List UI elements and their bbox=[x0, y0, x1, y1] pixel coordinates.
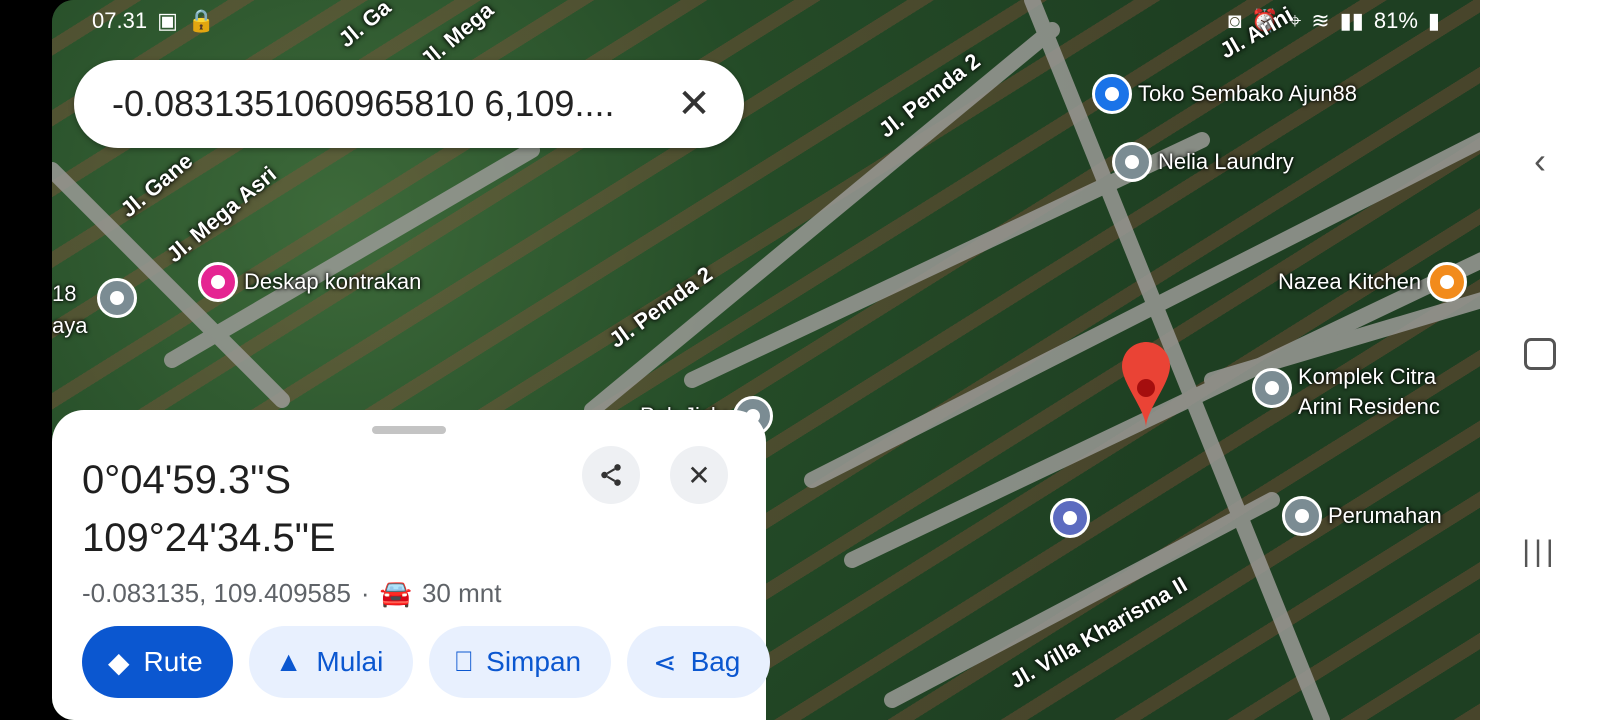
lock-icon: 🔒 bbox=[187, 8, 216, 33]
poi-nelia-laundry[interactable]: Nelia Laundry bbox=[1112, 142, 1294, 182]
decimal-coordinates: -0.083135, 109.409585 bbox=[82, 578, 351, 608]
share-icon: ⋖ bbox=[653, 646, 677, 678]
share-chip-button[interactable]: ⋖ Bag bbox=[627, 626, 771, 698]
bookmark-icon: ⎕ bbox=[455, 645, 473, 677]
phone-screen: 07.31 ▣ 🔒 ◙ ⏰ ⌖ ≋ ▮▮ 81% ▮ Jl. Pemda 2 J… bbox=[52, 0, 1480, 720]
restaurant-icon bbox=[1427, 262, 1468, 302]
battery-icon: ▮ bbox=[1427, 8, 1440, 33]
place-pin-icon bbox=[1282, 496, 1322, 536]
close-icon: ✕ bbox=[677, 82, 711, 126]
share-icon bbox=[601, 464, 621, 486]
poi-label: Arini Residenc bbox=[1298, 394, 1440, 419]
separator: · bbox=[360, 578, 370, 608]
poi-school-edge[interactable]: 18 aya bbox=[52, 278, 138, 342]
close-sheet-button[interactable]: ✕ bbox=[670, 446, 728, 504]
search-input[interactable]: -0.0831351060965810 6,109.... bbox=[112, 83, 664, 125]
latitude-dms: 0°04'59.3"S bbox=[82, 458, 292, 502]
back-button[interactable]: ‹ bbox=[1480, 140, 1600, 182]
android-navigation-bar: ‹ ||| bbox=[1480, 0, 1600, 720]
poi-toko-sembako[interactable]: Toko Sembako Ajun88 bbox=[1092, 74, 1357, 114]
start-button[interactable]: ▲ Mulai bbox=[248, 626, 414, 698]
car-icon: 🚘 bbox=[379, 578, 412, 608]
car-wash-icon bbox=[1050, 498, 1090, 538]
poi-label: Nazea Kitchen bbox=[1278, 269, 1422, 294]
shopping-bag-icon bbox=[1092, 74, 1132, 114]
route-label: Rute bbox=[143, 646, 203, 677]
route-button[interactable]: ◆ Rute bbox=[82, 626, 233, 698]
poi-nazea-kitchen[interactable]: Nazea Kitchen bbox=[1278, 262, 1468, 302]
search-bar[interactable]: -0.0831351060965810 6,109.... ✕ bbox=[74, 60, 744, 148]
poi-deskap-kontrakan[interactable]: Deskap kontrakan bbox=[198, 262, 421, 302]
poi-perumahan[interactable]: Perumahan bbox=[1282, 496, 1442, 536]
save-button[interactable]: ⎕ Simpan bbox=[429, 626, 612, 698]
place-pin-icon bbox=[1112, 142, 1152, 182]
poi-label: 18 bbox=[52, 281, 77, 306]
poi-label: Perumahan bbox=[1328, 503, 1442, 528]
poi-label: Nelia Laundry bbox=[1158, 149, 1294, 174]
coordinate-summary: -0.083135, 109.409585 · 🚘 30 mnt bbox=[82, 578, 501, 609]
action-chips: ◆ Rute ▲ Mulai ⎕ Simpan ⋖ Bag bbox=[82, 626, 771, 698]
longitude-dms: 109°24'34.5"E bbox=[82, 516, 336, 560]
wifi-icon: ≋ bbox=[1311, 8, 1330, 33]
poi-komplek-citra[interactable]: Komplek Citra Arini Residenc bbox=[1252, 362, 1440, 422]
poi-label: Toko Sembako Ajun88 bbox=[1138, 81, 1357, 106]
gallery-icon: ▣ bbox=[157, 8, 178, 33]
bed-icon bbox=[198, 262, 238, 302]
save-label: Simpan bbox=[486, 646, 582, 677]
home-button[interactable] bbox=[1480, 338, 1600, 370]
signal-icon: ▮▮ bbox=[1339, 8, 1364, 33]
share-button[interactable] bbox=[582, 446, 640, 504]
close-icon: ✕ bbox=[687, 459, 711, 491]
clock-time: 07.31 bbox=[92, 8, 148, 33]
poi-label: Komplek Citra bbox=[1298, 364, 1437, 389]
recents-icon: ||| bbox=[1522, 535, 1558, 568]
battery-level: 81% bbox=[1373, 8, 1418, 33]
recents-button[interactable]: ||| bbox=[1480, 535, 1600, 569]
place-pin-icon bbox=[1252, 368, 1292, 408]
poi-car-service[interactable] bbox=[1050, 498, 1090, 538]
share-label: Bag bbox=[690, 646, 741, 677]
poi-label: Deskap kontrakan bbox=[244, 269, 422, 294]
directions-icon: ◆ bbox=[108, 646, 130, 678]
poi-label: aya bbox=[52, 313, 88, 338]
dropped-pin-sheet[interactable]: 0°04'59.3"S 109°24'34.5"E ✕ -0.083135, 1… bbox=[52, 410, 771, 720]
clear-search-button[interactable]: ✕ bbox=[664, 74, 724, 134]
school-icon bbox=[97, 278, 138, 318]
back-icon: ‹ bbox=[1534, 140, 1546, 181]
navigation-arrow-icon: ▲ bbox=[274, 646, 303, 677]
drag-handle[interactable] bbox=[372, 426, 446, 434]
start-label: Mulai bbox=[316, 646, 384, 677]
home-icon bbox=[1524, 338, 1556, 370]
drive-time: 30 mnt bbox=[421, 578, 502, 608]
